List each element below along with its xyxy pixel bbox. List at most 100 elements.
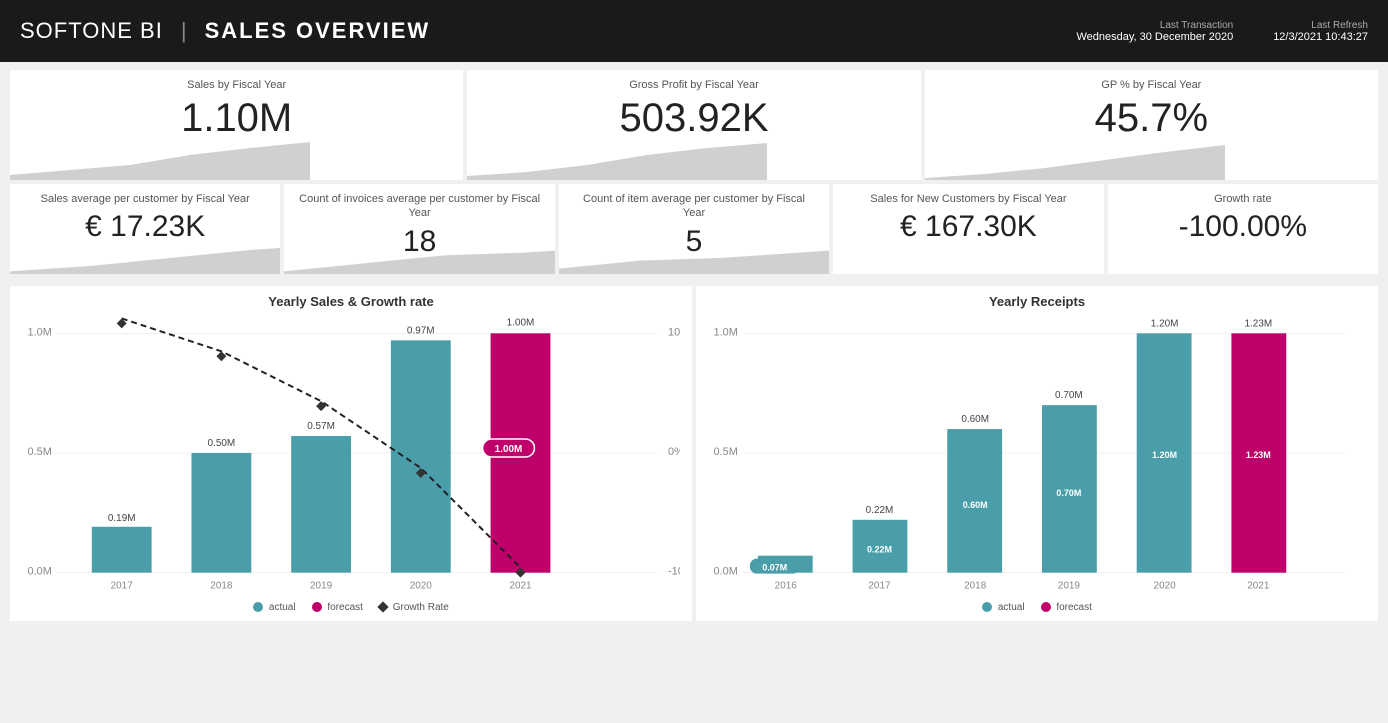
page-title: SALES OVERVIEW [205,18,431,44]
legend-growth-rate: Growth Rate [379,602,449,613]
legend-growth-diamond [377,602,388,613]
kpi-item-avg-sparkline [559,234,829,274]
kpi-gp-percent-sparkline [925,140,1225,180]
svg-text:1.23M: 1.23M [1246,450,1271,460]
app-header: SOFTONE BI | SALES OVERVIEW Last Transac… [0,0,1388,62]
legend-actual: actual [253,602,295,613]
kpi-gp-percent-value: 45.7% [937,96,1366,140]
svg-text:0.5M: 0.5M [28,446,52,458]
kpi-row-1: Sales by Fiscal Year 1.10M Gross Profit … [10,70,1378,180]
brand-name: SOFTONE BI [20,18,163,44]
last-transaction-block: Last Transaction Wednesday, 30 December … [1076,20,1233,43]
legend-receipts-actual-dot [982,602,992,612]
kpi-gross-profit-value: 503.92K [479,96,908,140]
svg-text:0%: 0% [668,446,680,458]
kpi-sales-fiscal-year: Sales by Fiscal Year 1.10M [10,70,463,180]
bar-2017 [92,527,152,573]
svg-text:1.0M: 1.0M [714,326,738,338]
kpi-item-avg: Count of item average per customer by Fi… [559,184,829,274]
kpi-invoice-avg-label: Count of invoices average per customer b… [296,192,542,221]
kpi-new-customers-label: Sales for New Customers by Fiscal Year [845,192,1091,206]
chart-yearly-receipts-area: 1.0M 0.5M 0.0M 0.07M 2016 0.22M [708,313,1366,598]
header-meta: Last Transaction Wednesday, 30 December … [1076,20,1368,43]
chart-yearly-receipts-legend: actual forecast [708,602,1366,613]
svg-text:2017: 2017 [868,581,891,592]
svg-text:0.22M: 0.22M [867,545,892,555]
kpi-growth-rate-value: -100.00% [1120,210,1366,243]
svg-text:0.50M: 0.50M [208,438,236,449]
svg-text:0.97M: 0.97M [407,325,435,336]
svg-text:0.5M: 0.5M [714,446,738,458]
svg-text:2019: 2019 [310,581,333,592]
svg-text:2021: 2021 [509,581,532,592]
last-refresh-value: 12/3/2021 10:43:27 [1273,31,1368,43]
legend-actual-dot [253,602,263,612]
svg-text:1.20M: 1.20M [1151,318,1179,329]
kpi-sales-sparkline [10,140,310,180]
kpi-gross-profit-label: Gross Profit by Fiscal Year [479,78,908,92]
bar-2018 [191,453,251,573]
svg-text:1.00M: 1.00M [495,444,523,455]
kpi-sales-avg-sparkline [10,234,280,274]
svg-text:0.60M: 0.60M [963,500,988,510]
chart-yearly-sales-area: 1.0M 0.5M 0.0M 100% 0% -100% 0.19M 2017 … [22,313,680,598]
svg-text:1.23M: 1.23M [1244,318,1272,329]
kpi-sales-avg-label: Sales average per customer by Fiscal Yea… [22,192,268,206]
svg-text:2016: 2016 [775,581,798,592]
last-refresh-block: Last Refresh 12/3/2021 10:43:27 [1273,20,1368,43]
svg-text:1.00M: 1.00M [507,317,535,328]
legend-forecast-dot [312,602,322,612]
svg-text:0.0M: 0.0M [28,566,52,578]
chart-yearly-sales-title: Yearly Sales & Growth rate [22,294,680,309]
chart-yearly-receipts-title: Yearly Receipts [708,294,1366,309]
svg-text:2018: 2018 [964,581,987,592]
svg-text:1.20M: 1.20M [1152,450,1177,460]
bar-2019 [291,436,351,573]
svg-text:0.19M: 0.19M [108,513,136,524]
svg-text:2021: 2021 [1247,581,1270,592]
svg-text:-100%: -100% [668,566,680,578]
svg-text:2017: 2017 [111,581,134,592]
kpi-sales-label: Sales by Fiscal Year [22,78,451,92]
legend-receipts-forecast: forecast [1041,602,1092,613]
kpi-new-customers: Sales for New Customers by Fiscal Year €… [833,184,1103,274]
svg-text:0.70M: 0.70M [1055,390,1083,401]
legend-forecast: forecast [312,602,363,613]
svg-text:0.60M: 0.60M [961,414,989,425]
kpi-new-customers-value: € 167.30K [845,210,1091,243]
legend-receipts-forecast-dot [1041,602,1051,612]
kpi-growth-rate: Growth rate -100.00% [1108,184,1378,274]
chart-yearly-receipts: Yearly Receipts 1.0M 0.5M 0.0M 0.07M 201… [696,286,1378,621]
legend-receipts-actual: actual [982,602,1024,613]
bar-2020 [391,340,451,572]
svg-text:0.22M: 0.22M [866,505,894,516]
diamond-2018 [216,351,226,361]
svg-text:100%: 100% [668,326,680,338]
kpi-section: Sales by Fiscal Year 1.10M Gross Profit … [0,62,1388,282]
svg-text:1.0M: 1.0M [28,326,52,338]
chart-yearly-sales: Yearly Sales & Growth rate 1.0M 0.5M 0.0… [10,286,692,621]
kpi-growth-rate-label: Growth rate [1120,192,1366,206]
kpi-invoice-avg-sparkline [284,234,554,274]
kpi-sales-value: 1.10M [22,96,451,140]
kpi-gross-profit-fiscal-year: Gross Profit by Fiscal Year 503.92K [467,70,920,180]
kpi-invoice-avg: Count of invoices average per customer b… [284,184,554,274]
charts-section: Yearly Sales & Growth rate 1.0M 0.5M 0.0… [0,282,1388,627]
chart-yearly-receipts-svg: 1.0M 0.5M 0.0M 0.07M 2016 0.22M [708,313,1366,593]
chart-yearly-sales-svg: 1.0M 0.5M 0.0M 100% 0% -100% 0.19M 2017 … [22,313,680,593]
kpi-gp-percent-label: GP % by Fiscal Year [937,78,1366,92]
kpi-item-avg-label: Count of item average per customer by Fi… [571,192,817,221]
svg-text:2020: 2020 [410,581,433,592]
last-refresh-label: Last Refresh [1273,20,1368,31]
svg-text:0.07M: 0.07M [762,563,787,573]
kpi-sales-avg-customer: Sales average per customer by Fiscal Yea… [10,184,280,274]
brand-section: SOFTONE BI | SALES OVERVIEW [20,18,430,44]
chart-yearly-sales-legend: actual forecast Growth Rate [22,602,680,613]
svg-text:0.0M: 0.0M [714,566,738,578]
header-divider: | [181,18,187,44]
last-transaction-label: Last Transaction [1076,20,1233,31]
svg-text:2020: 2020 [1154,581,1177,592]
kpi-gp-percent-fiscal-year: GP % by Fiscal Year 45.7% [925,70,1378,180]
kpi-row-2: Sales average per customer by Fiscal Yea… [10,184,1378,274]
svg-text:0.57M: 0.57M [307,421,335,432]
